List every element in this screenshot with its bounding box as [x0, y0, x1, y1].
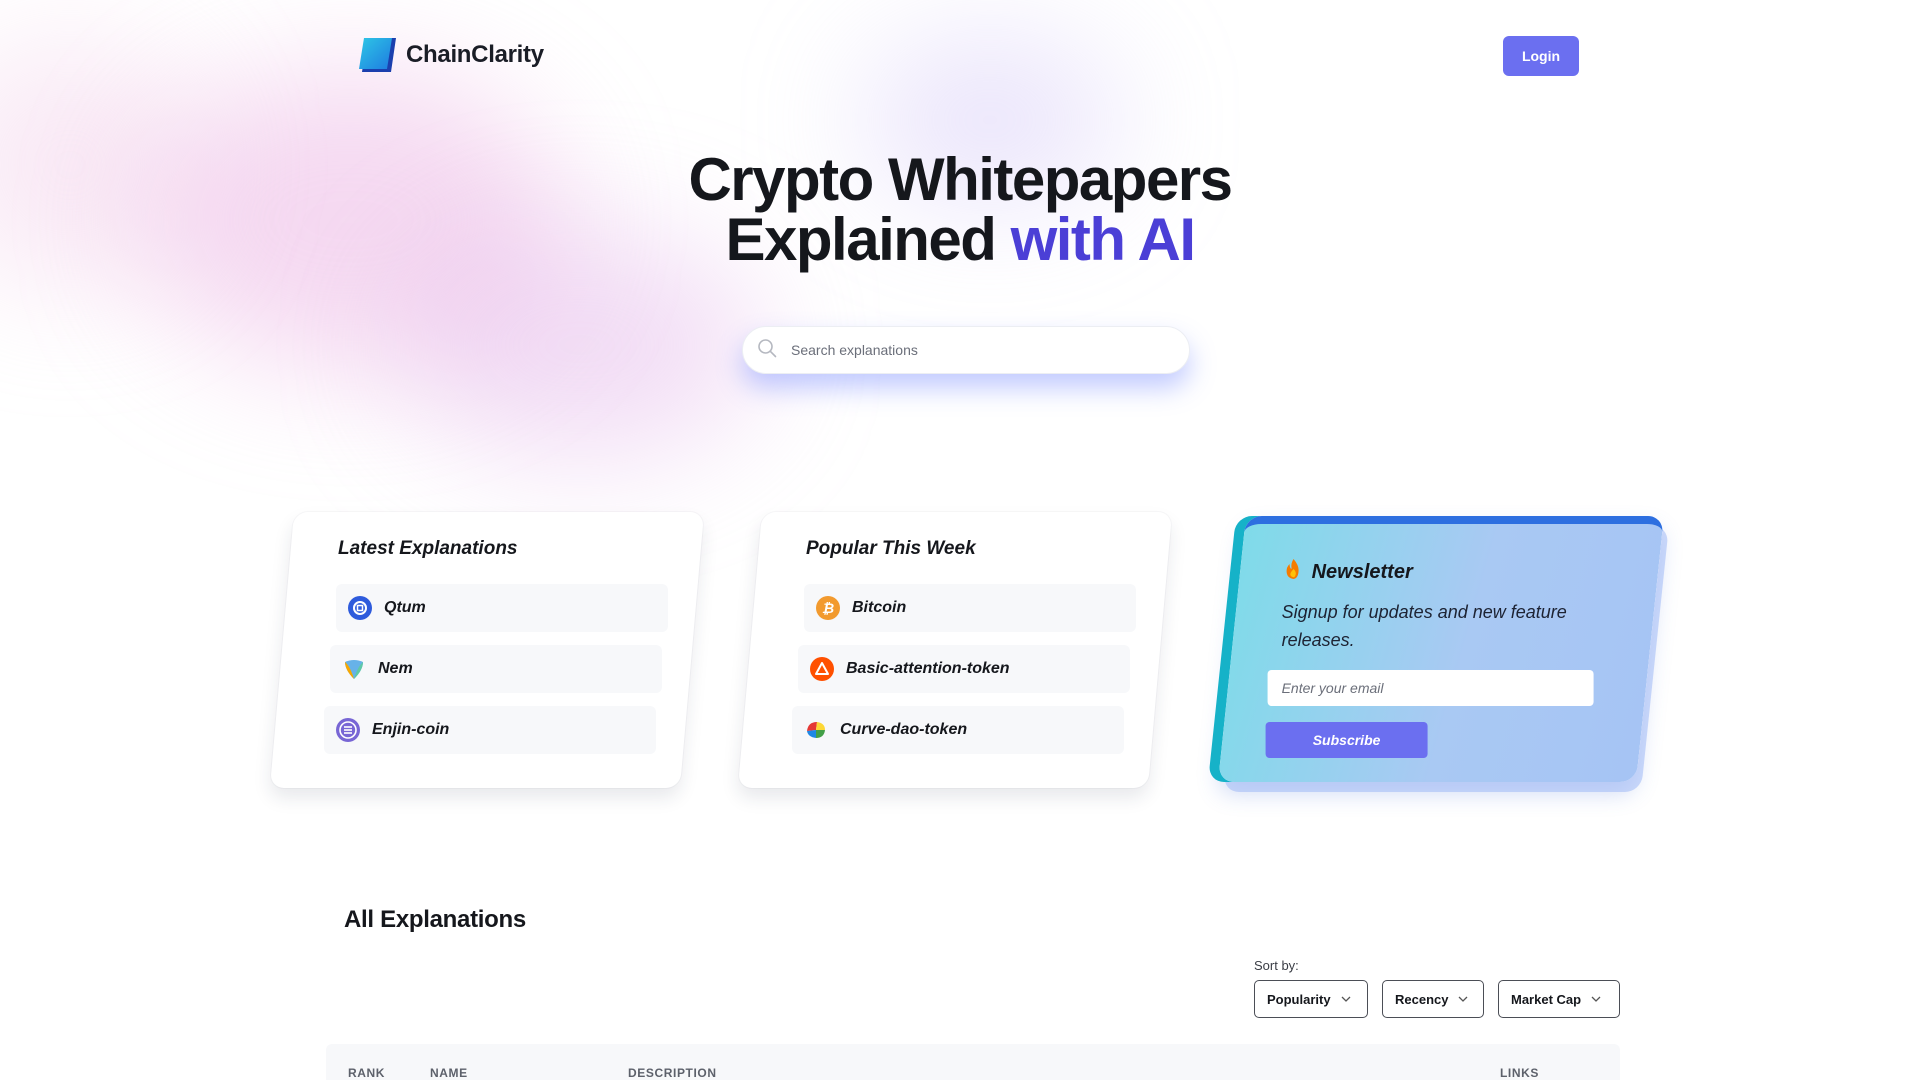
list-item-curve-dao-token[interactable]: Curve-dao-token	[792, 706, 1124, 754]
list-item-label: Bitcoin	[852, 599, 907, 616]
list-item-label: Qtum	[384, 599, 426, 616]
hero-title-accent: with AI	[1010, 206, 1196, 273]
search-icon	[757, 338, 777, 363]
list-item-label: Basic-attention-token	[846, 660, 1010, 677]
basic-attention-token-icon	[810, 657, 834, 681]
list-item-basic-attention-token[interactable]: Basic-attention-token	[798, 645, 1130, 693]
bitcoin-icon: ₿	[816, 596, 840, 620]
newsletter-title-text: Newsletter	[1311, 560, 1413, 583]
subscribe-button[interactable]: Subscribe	[1265, 722, 1428, 758]
svg-text:₿: ₿	[822, 601, 834, 617]
chevron-down-icon	[1591, 992, 1601, 1007]
list-item-qtum[interactable]: Qtum	[336, 584, 668, 632]
list-item-label: Enjin-coin	[372, 721, 450, 738]
popular-this-week-title: Popular This Week	[806, 538, 976, 559]
column-header-links[interactable]: LINKS	[1500, 1066, 1539, 1080]
hero-title: Crypto Whitepapers Explained with AI	[0, 150, 1920, 270]
list-item-bitcoin[interactable]: ₿ Bitcoin	[804, 584, 1136, 632]
nem-icon	[342, 657, 366, 681]
column-header-description[interactable]: DESCRIPTION	[628, 1066, 717, 1080]
sort-popularity-button[interactable]: Popularity	[1254, 980, 1368, 1018]
site-header: ChainClarity Login	[0, 0, 1920, 110]
newsletter-title: Newsletter	[1284, 558, 1413, 586]
all-explanations-title: All Explanations	[344, 906, 526, 933]
table-header: RANK NAME DESCRIPTION LINKS	[326, 1044, 1620, 1080]
login-button[interactable]: Login	[1503, 36, 1579, 76]
qtum-icon	[348, 596, 372, 620]
curve-dao-token-icon	[804, 718, 828, 742]
hero-title-line2: Explained	[725, 206, 1011, 273]
sort-option-label: Recency	[1395, 991, 1449, 1007]
hero: Crypto Whitepapers Explained with AI	[0, 150, 1920, 270]
list-item-enjin-coin[interactable]: Enjin-coin	[324, 706, 656, 754]
list-item-label: Curve-dao-token	[840, 721, 968, 738]
chevron-down-icon	[1341, 992, 1351, 1007]
sort-option-label: Popularity	[1267, 991, 1331, 1007]
column-header-name[interactable]: NAME	[430, 1066, 468, 1080]
column-header-rank[interactable]: RANK	[348, 1066, 385, 1080]
sort-recency-button[interactable]: Recency	[1382, 980, 1484, 1018]
email-field[interactable]	[1267, 670, 1594, 706]
brand-name: ChainClarity	[406, 41, 544, 68]
latest-explanations-title: Latest Explanations	[338, 538, 518, 559]
chevron-down-icon	[1458, 992, 1468, 1007]
search-bar[interactable]	[742, 326, 1190, 374]
hero-title-line1: Crypto Whitepapers	[688, 146, 1233, 213]
popular-this-week-card: Popular This Week ₿ Bitcoin Basic-attent…	[737, 512, 1173, 788]
sort-label: Sort by:	[1254, 958, 1299, 973]
newsletter-card: Newsletter Signup for updates and new fe…	[1218, 516, 1664, 782]
sort-market-cap-button[interactable]: Market Cap	[1498, 980, 1620, 1018]
fire-icon	[1284, 558, 1304, 586]
enjin-coin-icon	[336, 718, 360, 742]
latest-explanations-card: Latest Explanations Qtum Nem Enjin-coin	[269, 512, 705, 788]
search-input[interactable]	[791, 342, 1151, 358]
list-item-nem[interactable]: Nem	[330, 645, 662, 693]
brand-logo[interactable]: ChainClarity	[358, 36, 544, 74]
newsletter-description: Signup for updates and new feature relea…	[1281, 602, 1567, 650]
list-item-label: Nem	[378, 660, 413, 677]
chainclarity-logo-icon	[358, 36, 400, 74]
sort-option-label: Market Cap	[1511, 991, 1582, 1007]
